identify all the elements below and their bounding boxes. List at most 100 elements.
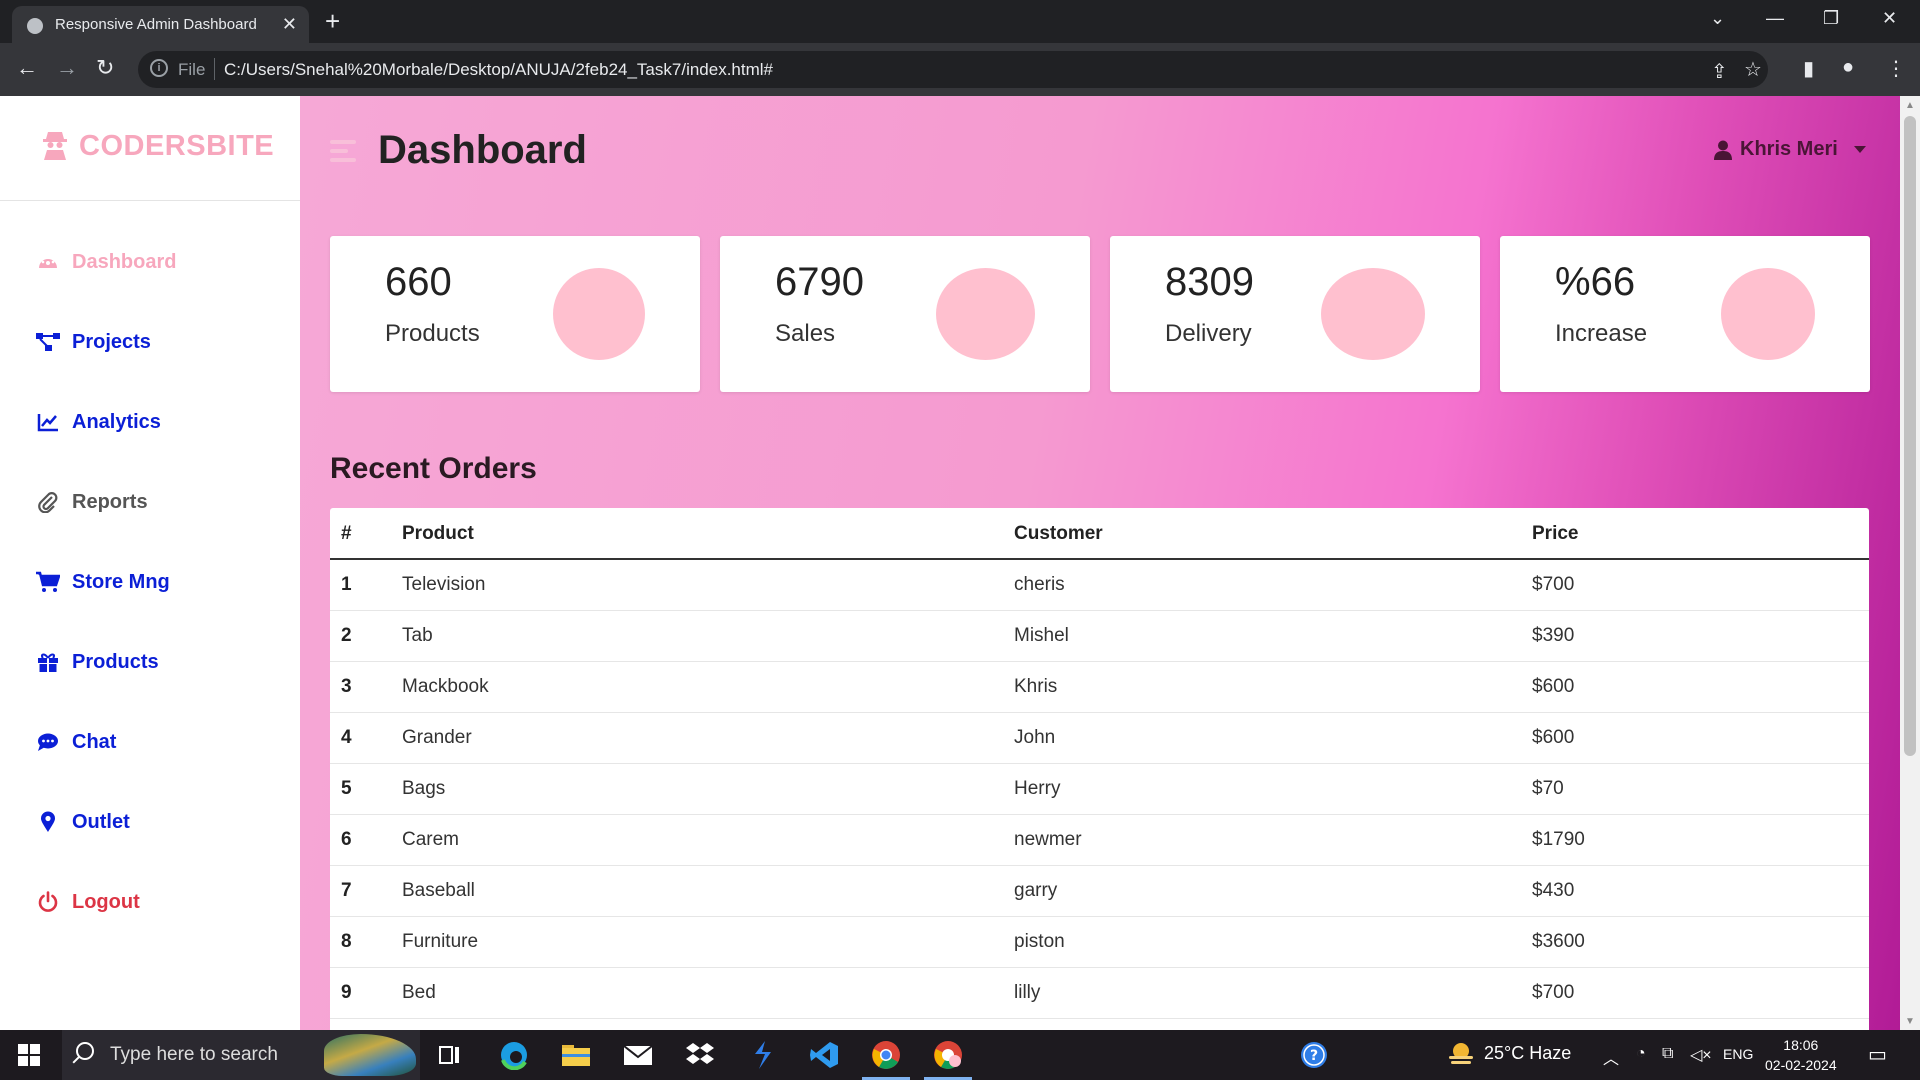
globe-icon	[27, 18, 43, 34]
weather-text[interactable]: 25°C Haze	[1484, 1043, 1571, 1064]
tab-title: Responsive Admin Dashboard	[55, 16, 257, 33]
file-explorer-icon[interactable]	[558, 1037, 594, 1073]
task-view-icon[interactable]	[432, 1037, 468, 1073]
stat-value: 660	[385, 260, 452, 304]
bookmark-star-icon[interactable]: ☆	[1744, 57, 1762, 82]
line-chart-icon	[36, 410, 60, 434]
stat-label: Products	[385, 320, 480, 347]
table-row: 2 Tab Mishel $390	[330, 610, 1869, 662]
sidebar-item-label: Logout	[72, 890, 140, 913]
sidebar-item-dashboard[interactable]: Dashboard	[36, 246, 176, 278]
notifications-icon[interactable]: ▭	[1868, 1042, 1887, 1067]
scroll-down-icon[interactable]: ▼	[1905, 1016, 1915, 1027]
hamburger-menu-icon[interactable]	[330, 140, 356, 162]
stat-circle-icon	[553, 268, 645, 360]
chrome-profile-icon[interactable]	[924, 1037, 972, 1080]
stat-label: Sales	[775, 320, 836, 347]
sidebar-item-reports[interactable]: Reports	[36, 486, 148, 518]
input-language[interactable]: ENG	[1723, 1046, 1753, 1062]
mail-icon[interactable]	[620, 1037, 656, 1073]
sidebar-item-outlet[interactable]: Outlet	[36, 806, 130, 838]
customer-cell: John	[1014, 712, 1532, 764]
volume-muted-icon[interactable]: ◁×	[1690, 1045, 1712, 1065]
sidebar-item-label: Projects	[72, 330, 151, 353]
browser-tab-strip: Responsive Admin Dashboard ✕ + ⌄ — ❐ ✕	[0, 0, 1920, 43]
dropbox-icon[interactable]	[682, 1037, 718, 1073]
scroll-up-icon[interactable]: ▲	[1905, 100, 1915, 111]
windows-start-icon[interactable]	[18, 1044, 40, 1066]
stat-card-sales: 6790 Sales	[720, 236, 1090, 392]
price-cell: $700	[1532, 967, 1869, 1019]
sidebar-item-analytics[interactable]: Analytics	[36, 406, 161, 438]
row-index: 3	[330, 661, 402, 713]
forward-button[interactable]: →	[56, 55, 78, 81]
main-content: Dashboard Khris Meri 660 Products 6790 S…	[300, 96, 1900, 1030]
vscode-icon[interactable]	[806, 1037, 842, 1073]
brand-header[interactable]: CODERSBITE	[0, 96, 300, 201]
sidebar-item-label: Outlet	[72, 810, 130, 833]
site-info-icon[interactable]: i	[150, 59, 168, 77]
new-tab-button[interactable]: +	[325, 6, 340, 37]
close-window-button[interactable]: ✕	[1882, 8, 1897, 29]
sidebar: CODERSBITE Dashboard Projects Analytics	[0, 96, 300, 1030]
customer-cell: Mishel	[1014, 610, 1532, 662]
price-cell: $600	[1532, 661, 1869, 713]
sidebar-item-label: Products	[72, 650, 159, 673]
product-cell: Furniture	[402, 916, 1014, 968]
taskbar: Type here to search ? 25°C Haze ︿ ◔ ⧉ ◁×…	[0, 1030, 1920, 1080]
chevron-up-icon[interactable]: ︿	[1603, 1045, 1619, 1069]
sidebar-item-label: Chat	[72, 730, 117, 753]
page-title: Dashboard	[378, 128, 587, 172]
customer-cell: garry	[1014, 865, 1532, 917]
taskbar-search-box[interactable]: Type here to search	[62, 1030, 420, 1080]
minimize-button[interactable]: —	[1766, 8, 1784, 29]
menu-kebab-icon[interactable]: ⋮	[1886, 56, 1906, 81]
sidebar-item-logout[interactable]: Logout	[36, 886, 140, 918]
stat-circle-icon	[1321, 268, 1425, 360]
tab-search-icon[interactable]: ⌄	[1710, 8, 1725, 29]
price-cell: $700	[1532, 559, 1869, 611]
user-icon	[1714, 140, 1732, 160]
side-panel-icon[interactable]: ▮	[1803, 56, 1814, 81]
sidebar-item-chat[interactable]: Chat	[36, 726, 116, 758]
browser-tab[interactable]: Responsive Admin Dashboard ✕	[12, 6, 309, 43]
close-tab-icon[interactable]: ✕	[282, 14, 297, 35]
reload-button[interactable]: ↻	[96, 55, 114, 81]
network-icon[interactable]: ◔	[1636, 1045, 1646, 1063]
customer-cell: Khris	[1014, 661, 1532, 713]
sidebar-item-store-mng[interactable]: Store Mng	[36, 566, 170, 598]
back-button[interactable]: ←	[16, 55, 38, 81]
chat-icon	[36, 730, 60, 754]
search-highlight-art	[324, 1034, 416, 1076]
stat-value: 8309	[1165, 260, 1254, 304]
profile-icon[interactable]: ●	[1842, 56, 1854, 79]
share-icon[interactable]: ⇪	[1711, 59, 1728, 84]
help-icon[interactable]: ?	[1296, 1037, 1332, 1073]
product-cell: Grander	[402, 712, 1014, 764]
price-cell: $3600	[1532, 916, 1869, 968]
url-divider	[214, 58, 215, 80]
brand-name: CODERSBITE	[79, 130, 275, 162]
row-index: 1	[330, 559, 402, 611]
address-bar[interactable]: i File C:/Users/Snehal%20Morbale/Desktop…	[138, 51, 1768, 88]
taskbar-clock[interactable]: 18:06 02-02-2024	[1765, 1035, 1837, 1075]
row-index: 5	[330, 763, 402, 815]
scrollbar-thumb[interactable]	[1904, 116, 1916, 756]
sidebar-item-label: Dashboard	[72, 250, 177, 273]
visual-studio-icon[interactable]	[744, 1037, 780, 1073]
chrome-icon[interactable]	[862, 1037, 910, 1080]
search-placeholder: Type here to search	[110, 1044, 278, 1065]
url-text[interactable]: C:/Users/Snehal%20Morbale/Desktop/ANUJA/…	[224, 60, 773, 80]
page-scrollbar[interactable]: ▲ ▼	[1900, 96, 1920, 1030]
price-cell: $70	[1532, 763, 1869, 815]
meet-now-icon[interactable]: ⧉	[1662, 1045, 1673, 1063]
page-viewport: CODERSBITE Dashboard Projects Analytics	[0, 96, 1920, 1030]
product-cell: Mackbook	[402, 661, 1014, 713]
sidebar-item-products[interactable]: Products	[36, 646, 159, 678]
edge-browser-icon[interactable]	[496, 1037, 532, 1073]
stat-value: %66	[1555, 260, 1636, 304]
user-dropdown[interactable]: Khris Meri	[1714, 138, 1866, 161]
product-cell: Baseball	[402, 865, 1014, 917]
sidebar-item-projects[interactable]: Projects	[36, 326, 151, 358]
restore-button[interactable]: ❐	[1823, 8, 1839, 29]
